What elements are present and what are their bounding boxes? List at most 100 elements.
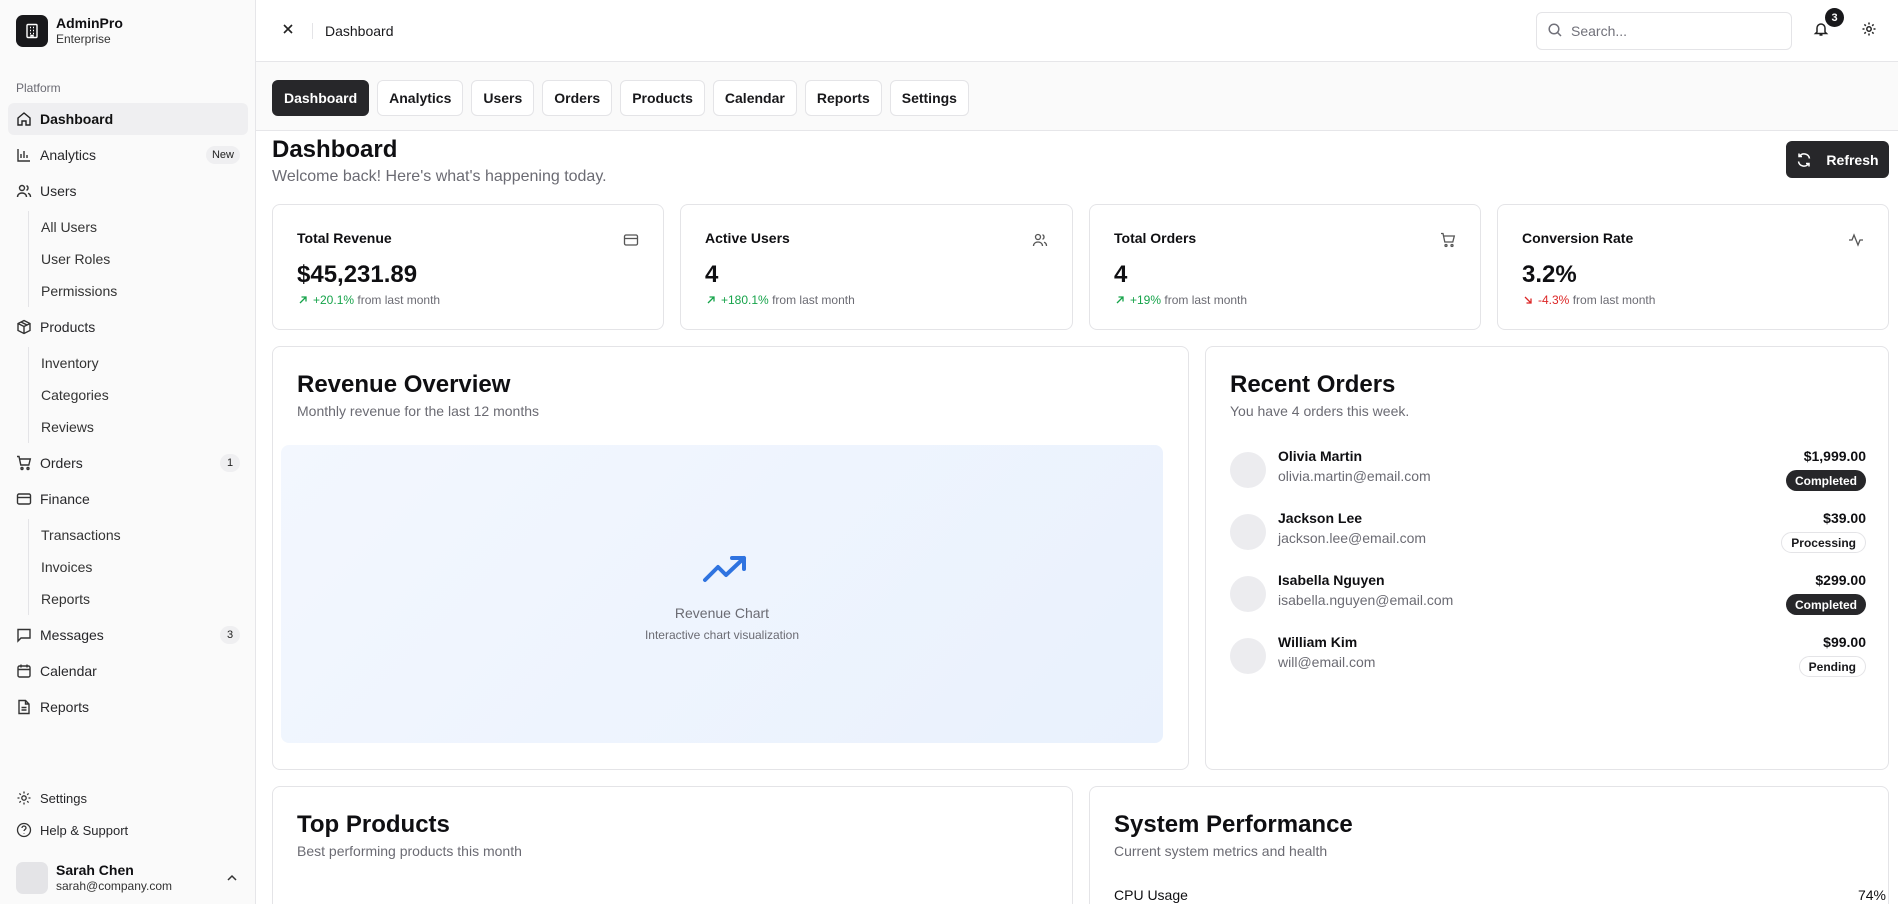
- sidebar-item-inventory[interactable]: Inventory: [41, 347, 248, 379]
- nav-group-label: Platform: [16, 81, 61, 95]
- refresh-icon: [1796, 152, 1812, 168]
- avatar: [16, 862, 48, 894]
- credit-card-icon: [16, 491, 32, 507]
- revenue-chart-placeholder[interactable]: Revenue Chart Interactive chart visualiz…: [281, 445, 1163, 743]
- finance-submenu: Transactions Invoices Reports: [28, 519, 248, 615]
- sidebar-item-dashboard[interactable]: Dashboard: [8, 103, 248, 135]
- sidebar-item-categories[interactable]: Categories: [41, 379, 248, 411]
- sidebar: AdminPro Enterprise Platform Dashboard A…: [0, 0, 256, 904]
- card-subtitle: You have 4 orders this week.: [1230, 403, 1410, 419]
- chart-placeholder-label: Revenue Chart: [674, 605, 770, 621]
- user-email: sarah@company.com: [56, 879, 173, 894]
- tab-analytics[interactable]: Analytics: [377, 80, 464, 116]
- gear-icon: [1861, 21, 1877, 40]
- stat-change-suffix: from last month: [772, 293, 855, 307]
- stat-title: Conversion Rate: [1522, 230, 1634, 246]
- sidebar-item-finance-reports[interactable]: Reports: [41, 583, 248, 615]
- customer-name: William Kim: [1278, 634, 1358, 650]
- stat-change: -4.3% from last month: [1522, 293, 1655, 307]
- stat-card-revenue: Total Revenue $45,231.89 +20.1% from las…: [272, 204, 664, 330]
- users-submenu: All Users User Roles Permissions: [28, 211, 248, 307]
- tab-reports[interactable]: Reports: [804, 80, 882, 116]
- help-label: Help & Support: [40, 822, 129, 838]
- sidebar-item-label: Products: [40, 319, 96, 335]
- trending-up-icon: [702, 554, 748, 584]
- sidebar-item-finance[interactable]: Finance: [8, 483, 248, 515]
- order-row[interactable]: Olivia Martin olivia.martin@email.com $1…: [1230, 448, 1866, 496]
- search-input[interactable]: [1571, 23, 1771, 39]
- refresh-label: Refresh: [1826, 151, 1879, 168]
- tab-users[interactable]: Users: [471, 80, 535, 116]
- order-amount: $39.00: [1823, 510, 1866, 526]
- sidebar-help[interactable]: Help & Support: [8, 814, 248, 846]
- order-row[interactable]: Isabella Nguyen isabella.nguyen@email.co…: [1230, 572, 1866, 620]
- avatar: [1230, 576, 1266, 612]
- system-performance-card: System Performance Current system metric…: [1089, 786, 1889, 904]
- stat-card-users: Active Users 4 +180.1% from last month: [680, 204, 1073, 330]
- tab-orders[interactable]: Orders: [542, 80, 613, 116]
- refresh-button[interactable]: Refresh: [1786, 141, 1889, 178]
- sidebar-item-orders[interactable]: Orders 1: [8, 447, 248, 479]
- settings-button[interactable]: [1858, 19, 1880, 41]
- stat-title: Total Revenue: [297, 230, 392, 246]
- sidebar-footer: Settings Help & Support Sarah Chen sarah…: [8, 782, 248, 904]
- card-title: Revenue Overview: [297, 371, 511, 398]
- sidebar-item-reviews[interactable]: Reviews: [41, 411, 248, 443]
- order-amount: $99.00: [1823, 634, 1866, 650]
- search-box[interactable]: [1536, 12, 1792, 50]
- search-icon: [1547, 22, 1563, 41]
- stat-change: +180.1% from last month: [705, 293, 855, 307]
- user-menu[interactable]: Sarah Chen sarah@company.com: [8, 852, 248, 904]
- stat-change-value: +19%: [1130, 293, 1162, 307]
- card-title: System Performance: [1114, 811, 1353, 838]
- arrow-up-right-icon: [297, 294, 309, 306]
- top-products-card: Top Products Best performing products th…: [272, 786, 1073, 904]
- customer-name: Isabella Nguyen: [1278, 572, 1385, 588]
- sidebar-item-products[interactable]: Products: [8, 311, 248, 343]
- tab-settings[interactable]: Settings: [889, 80, 969, 116]
- tab-calendar[interactable]: Calendar: [712, 80, 797, 116]
- stat-change: +20.1% from last month: [297, 293, 440, 307]
- sidebar-item-label: Orders: [40, 455, 83, 471]
- notification-count-badge: 3: [1825, 8, 1844, 27]
- arrow-up-right-icon: [705, 294, 717, 306]
- order-row[interactable]: Jackson Lee jackson.lee@email.com $39.00…: [1230, 510, 1866, 558]
- sidebar-item-all-users[interactable]: All Users: [41, 211, 248, 243]
- tab-products[interactable]: Products: [620, 80, 705, 116]
- status-badge: Pending: [1798, 656, 1866, 677]
- sidebar-item-invoices[interactable]: Invoices: [41, 551, 248, 583]
- building-icon: [16, 15, 48, 47]
- cart-icon: [16, 455, 32, 471]
- topbar: Dashboard: [256, 0, 1898, 62]
- stat-value: 4: [705, 261, 719, 288]
- customer-email: will@email.com: [1278, 654, 1376, 670]
- sidebar-item-calendar[interactable]: Calendar: [8, 655, 248, 687]
- stat-title: Total Orders: [1114, 230, 1197, 246]
- close-sidebar-button[interactable]: [274, 17, 302, 45]
- chart-placeholder-description: Interactive chart visualization: [644, 628, 800, 642]
- order-row[interactable]: William Kim will@email.com $99.00 Pendin…: [1230, 634, 1866, 682]
- sidebar-item-label: Finance: [40, 491, 90, 507]
- tab-bar: Dashboard Analytics Users Orders Product…: [256, 62, 1898, 131]
- sidebar-item-reports[interactable]: Reports: [8, 691, 248, 723]
- products-submenu: Inventory Categories Reviews: [28, 347, 248, 443]
- sidebar-settings[interactable]: Settings: [8, 782, 248, 814]
- sidebar-item-users[interactable]: Users: [8, 175, 248, 207]
- sidebar-item-analytics[interactable]: Analytics New: [8, 139, 248, 171]
- page-subtitle: Welcome back! Here's what's happening to…: [272, 168, 607, 185]
- status-badge: Completed: [1785, 594, 1866, 615]
- sidebar-item-messages[interactable]: Messages 3: [8, 619, 248, 651]
- brand[interactable]: AdminPro Enterprise: [16, 14, 123, 48]
- sidebar-item-permissions[interactable]: Permissions: [41, 275, 248, 307]
- sidebar-item-user-roles[interactable]: User Roles: [41, 243, 248, 275]
- page-title: Dashboard: [272, 136, 398, 163]
- brand-name: AdminPro: [56, 15, 123, 32]
- sidebar-item-transactions[interactable]: Transactions: [41, 519, 248, 551]
- divider: [312, 22, 313, 39]
- users-icon: [1032, 232, 1048, 248]
- cart-icon: [1440, 232, 1456, 248]
- card-subtitle: Current system metrics and health: [1114, 843, 1328, 859]
- user-name: Sarah Chen: [56, 861, 134, 878]
- tab-dashboard[interactable]: Dashboard: [272, 80, 370, 116]
- avatar: [1230, 638, 1266, 674]
